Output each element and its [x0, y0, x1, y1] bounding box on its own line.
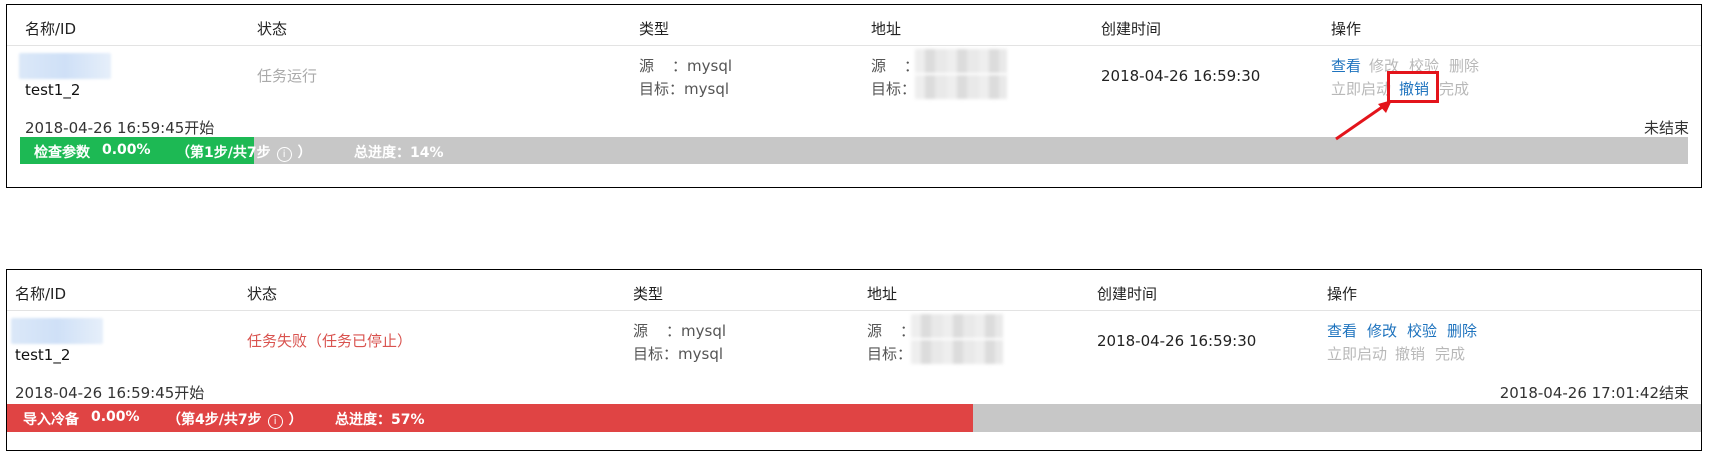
col-actions: 操作	[1331, 20, 1362, 38]
task-name: test1_2	[15, 346, 71, 364]
info-icon[interactable]: i	[267, 414, 283, 429]
task-panel-failed: 名称/ID 状态 类型 地址 创建时间 操作 test1_2 任务失败（任务已停…	[6, 269, 1702, 451]
blurred-address-source	[911, 314, 1003, 338]
start-now-button[interactable]: 立即启动	[1327, 343, 1387, 364]
progress-bar: 检查参数 0.00% （第1步/共7步 i） 总进度：14%	[20, 137, 1688, 164]
progress-step-info: （第4步/共7步 i）	[167, 412, 303, 429]
col-name-id: 名称/ID	[15, 285, 67, 303]
col-type: 类型	[633, 285, 664, 303]
address-target: 目标：	[867, 345, 913, 363]
table-header: 名称/ID 状态 类型 地址 创建时间 操作	[7, 5, 1701, 46]
annotation-arrow-icon	[1335, 100, 1392, 141]
col-created: 创建时间	[1101, 20, 1162, 38]
col-status: 状态	[247, 285, 278, 303]
end-status: 2018-04-26 17:01:42结束	[1499, 384, 1689, 402]
type-source: 源：mysql	[639, 57, 733, 75]
view-button[interactable]: 查看	[1331, 55, 1361, 76]
progress-step-name: 检查参数	[34, 145, 90, 161]
complete-button[interactable]: 完成	[1435, 343, 1465, 364]
blurred-address-target	[911, 340, 1003, 364]
col-name-id: 名称/ID	[25, 20, 77, 38]
col-address: 地址	[867, 285, 898, 303]
progress-bar: 导入冷备 0.00% （第4步/共7步 i） 总进度：57%	[7, 404, 1701, 432]
view-button[interactable]: 查看	[1327, 320, 1357, 341]
task-name: test1_2	[25, 81, 81, 99]
created-time: 2018-04-26 16:59:30	[1097, 332, 1257, 350]
task-panel-running: 名称/ID 状态 类型 地址 创建时间 操作 test1_2 任务运行 源：my…	[6, 4, 1702, 188]
blurred-id	[11, 318, 103, 344]
col-type: 类型	[639, 20, 670, 38]
task-status: 任务失败（任务已停止）	[247, 332, 413, 350]
blurred-id	[19, 53, 111, 79]
end-status: 未结束	[1643, 119, 1689, 137]
type-target: 目标：mysql	[639, 80, 730, 98]
edit-button[interactable]: 修改	[1367, 320, 1397, 341]
progress-percent: 0.00%	[102, 142, 151, 158]
task-status: 任务运行	[257, 67, 318, 85]
type-target: 目标：mysql	[633, 345, 724, 363]
address-target: 目标：	[871, 80, 917, 98]
address-source: 源：	[871, 57, 920, 75]
delete-button[interactable]: 删除	[1447, 320, 1477, 341]
created-time: 2018-04-26 16:59:30	[1101, 67, 1261, 85]
col-address: 地址	[871, 20, 902, 38]
progress-total: 总进度：14%	[354, 145, 444, 161]
revoke-button[interactable]: 撤销	[1395, 343, 1425, 364]
verify-button[interactable]: 校验	[1407, 320, 1437, 341]
progress-step-name: 导入冷备	[23, 412, 79, 428]
start-time: 2018-04-26 16:59:45开始	[25, 119, 215, 137]
col-actions: 操作	[1327, 285, 1358, 303]
info-icon[interactable]: i	[276, 147, 292, 162]
blurred-address-source	[915, 49, 1007, 73]
progress-step-info: （第1步/共7步 i）	[176, 145, 312, 162]
delete-button[interactable]: 删除	[1449, 55, 1479, 76]
col-status: 状态	[257, 20, 288, 38]
address-source: 源：	[867, 322, 916, 340]
complete-button[interactable]: 完成	[1439, 78, 1469, 99]
col-created: 创建时间	[1097, 285, 1158, 303]
type-source: 源：mysql	[633, 322, 727, 340]
progress-total: 总进度：57%	[335, 412, 425, 428]
start-time: 2018-04-26 16:59:45开始	[15, 384, 205, 402]
progress-percent: 0.00%	[91, 409, 140, 425]
progress-fill	[7, 404, 973, 432]
table-header: 名称/ID 状态 类型 地址 创建时间 操作	[7, 270, 1701, 311]
blurred-address-target	[915, 75, 1007, 99]
